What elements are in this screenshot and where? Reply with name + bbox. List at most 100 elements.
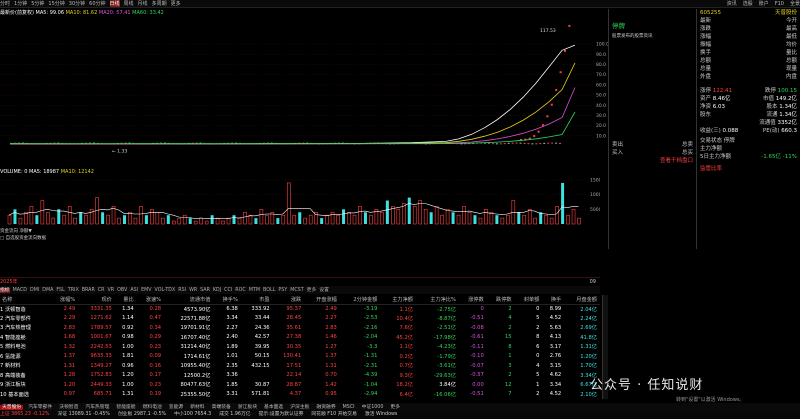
col-header-1[interactable]: 涨幅%: [50, 295, 79, 305]
quote-label: 外盘: [700, 74, 712, 80]
col-header-14[interactable]: 跌停数: [486, 295, 515, 305]
sector-tab-15[interactable]: 更多: [388, 405, 402, 410]
table-cell: 0.70: [325, 372, 337, 379]
indicator-tab-4[interactable]: FSL: [56, 288, 64, 293]
table-row[interactable]: 1 沃顿智造 2.49 3331.35 1.34 0.28 4573.90亿 6.38 333…: [0, 304, 600, 314]
table-cell: 2: [536, 324, 540, 331]
indicator-tab-20[interactable]: BOLL: [263, 288, 275, 293]
col-header-16[interactable]: 换手: [542, 295, 565, 305]
sector-tab-8[interactable]: 高端装备: [210, 405, 233, 410]
col-header-7[interactable]: 市盈: [240, 295, 273, 305]
depth-link[interactable]: 查看千档盘口: [660, 157, 693, 165]
sector-tab-12[interactable]: 融资融券: [314, 405, 337, 410]
col-header-9[interactable]: 开盘涨幅: [304, 295, 340, 305]
col-header-6[interactable]: 换手%: [213, 295, 241, 305]
period-tab-1[interactable]: 1分钟: [14, 0, 27, 7]
quote-label: 最新: [700, 18, 712, 24]
price-chart[interactable]: 100.090.080.070.060.050.040.030.020.010.…: [0, 18, 612, 168]
indicator-tab-15[interactable]: SAR: [200, 288, 210, 293]
top-nav-3[interactable]: F10: [775, 1, 784, 7]
table-cell: 2 汽车零部件: [0, 315, 31, 322]
col-header-17[interactable]: 月盘金额: [564, 295, 600, 305]
col-header-8[interactable]: 涨跌: [272, 295, 305, 305]
col-header-12[interactable]: 主力净比%: [415, 295, 459, 305]
indicator-tab-21[interactable]: PSY: [278, 288, 287, 293]
period-tab-8[interactable]: 月线: [138, 0, 148, 7]
indicator-tab-3[interactable]: DMA: [42, 288, 53, 293]
table-cell: 2.83: [63, 324, 76, 331]
indicator-tab-1[interactable]: MACD: [13, 288, 27, 293]
period-tab-3[interactable]: 15分钟: [48, 0, 64, 7]
sector-tab-9[interactable]: 浙江板块: [236, 405, 259, 410]
table-row[interactable]: 2 汽车零部件 2.29 1271.62 1.14 0.47 22571.88亿 3.34 3…: [0, 314, 600, 324]
table-row[interactable]: 10 基本面选 0.97 685.71 1.31 0.19 25355.50亿 3.31 57…: [0, 390, 600, 400]
sector-tab-5[interactable]: 燃料电池: [141, 405, 164, 410]
indicator-tab-18[interactable]: ROC: [235, 288, 245, 293]
col-header-0[interactable]: 名称: [0, 295, 51, 305]
indicator-tab-24[interactable]: 设置: [319, 288, 329, 293]
indicator-tab-16[interactable]: KDJ: [213, 288, 221, 293]
top-nav-0[interactable]: 资讯: [727, 1, 737, 7]
indicator-tab-5[interactable]: TRIX: [68, 288, 79, 293]
col-header-13[interactable]: 涨停数: [458, 295, 487, 305]
indicator-tab-12[interactable]: VOL-TDX: [155, 288, 176, 293]
table-row[interactable]: 6 氢能源 1.37 9635.33 1.81 0.09 1714.61亿 1.01 50.1…: [0, 352, 600, 362]
sector-tab-13[interactable]: MSCI: [341, 405, 357, 410]
top-nav-2[interactable]: 账户: [759, 1, 769, 7]
period-tab-2[interactable]: 5分钟: [31, 0, 44, 7]
table-row[interactable]: 8 高端装备 1.28 1752.83 1.20 0.17 12500.2亿 3.36 22.…: [0, 371, 600, 381]
table-row[interactable]: 5 燃料电池 1.32 2242.53 1.00 0.23 31214.40亿 1.89 39…: [0, 342, 600, 352]
col-header-3[interactable]: 量比: [114, 295, 137, 305]
watermark: 公众号 · 任知说财: [590, 378, 704, 393]
col-header-2[interactable]: 现价: [78, 295, 115, 305]
sector-tab-2[interactable]: 沃顿智造: [57, 405, 80, 410]
indicator-tab-9[interactable]: OBV: [117, 288, 127, 293]
indicator-tab-0[interactable]: 指标: [0, 288, 10, 293]
indicator-tab-22[interactable]: MCST: [290, 288, 303, 293]
indicator-tab-23[interactable]: 更多: [307, 288, 317, 293]
table-cell: 4.52: [549, 391, 562, 398]
sector-tab-7[interactable]: 新材料: [188, 405, 206, 410]
period-tab-9[interactable]: 多周期: [152, 0, 167, 7]
table-row[interactable]: 7 新材料 1.31 1349.27 0.96 0.16 10955.40亿 2.35 432…: [0, 361, 600, 371]
period-tab-5[interactable]: 60分钟: [89, 0, 105, 7]
col-header-10[interactable]: 2分钟金额: [339, 295, 381, 305]
table-row[interactable]: 9 浙江板块 1.20 2449.33 1.00 0.23 80477.63亿 1.85 30…: [0, 380, 600, 390]
sector-tab-6[interactable]: 氢能源: [167, 405, 185, 410]
period-tab-10[interactable]: 更多: [171, 0, 181, 7]
indicator-tab-2[interactable]: DMI: [30, 288, 39, 293]
volume-chart[interactable]: 15000 10000 5000: [0, 176, 600, 228]
col-header-4[interactable]: 涨速%: [136, 295, 165, 305]
regulatory-link[interactable]: 监管比率: [700, 165, 722, 173]
table-row[interactable]: 3 汽车热管理 2.83 1789.57 0.92 0.34 19701.91亿 2.27 2…: [0, 323, 600, 333]
top-nav-4[interactable]: 全景: [790, 1, 800, 7]
indicator-tab-11[interactable]: EMV: [141, 288, 151, 293]
col-header-15[interactable]: 封单额: [514, 295, 543, 305]
table-row[interactable]: 4 智能座舱 1.68 1001.67 0.98 0.29 16707.40亿 2.40 42…: [0, 333, 600, 343]
period-tab-0[interactable]: 分时: [0, 0, 10, 7]
indicator-tab-17[interactable]: CCI: [224, 288, 232, 293]
indicator-tab-13[interactable]: RSI: [178, 288, 186, 293]
sector-tab-1[interactable]: 汽车零部件: [26, 405, 54, 410]
sector-tab-4[interactable]: 智能座舱: [114, 405, 137, 410]
indicator-tab-14[interactable]: WR: [189, 288, 197, 293]
period-tab-4[interactable]: 30分钟: [69, 0, 85, 7]
indicator-tab-8[interactable]: VR: [107, 288, 114, 293]
indicator-tab-7[interactable]: CR: [98, 288, 105, 293]
volume-bar: [369, 214, 373, 225]
sector-tab-10[interactable]: 基本面选: [262, 405, 285, 410]
sector-tab-0[interactable]: 天普股份: [0, 405, 24, 410]
period-tab-7[interactable]: 周线: [124, 0, 134, 7]
sector-tab-11[interactable]: 沪深主板: [288, 405, 311, 410]
sector-tab-3[interactable]: 汽车热管理: [83, 405, 111, 410]
indicator-tab-10[interactable]: ASI: [130, 288, 138, 293]
period-tab-6[interactable]: 日线: [109, 0, 120, 7]
quote-label: 涨幅: [700, 34, 712, 40]
sector-tab-14[interactable]: 中证1000: [360, 405, 386, 410]
indicator-tab-19[interactable]: MTM: [249, 288, 260, 293]
top-nav-1[interactable]: 选股: [743, 1, 753, 7]
indicator-tab-6[interactable]: BRAR: [82, 288, 95, 293]
col-header-5[interactable]: 流通市值: [164, 295, 214, 305]
table-cell: 1.1亿: [399, 306, 413, 313]
col-header-11[interactable]: 主力净额: [380, 295, 416, 305]
